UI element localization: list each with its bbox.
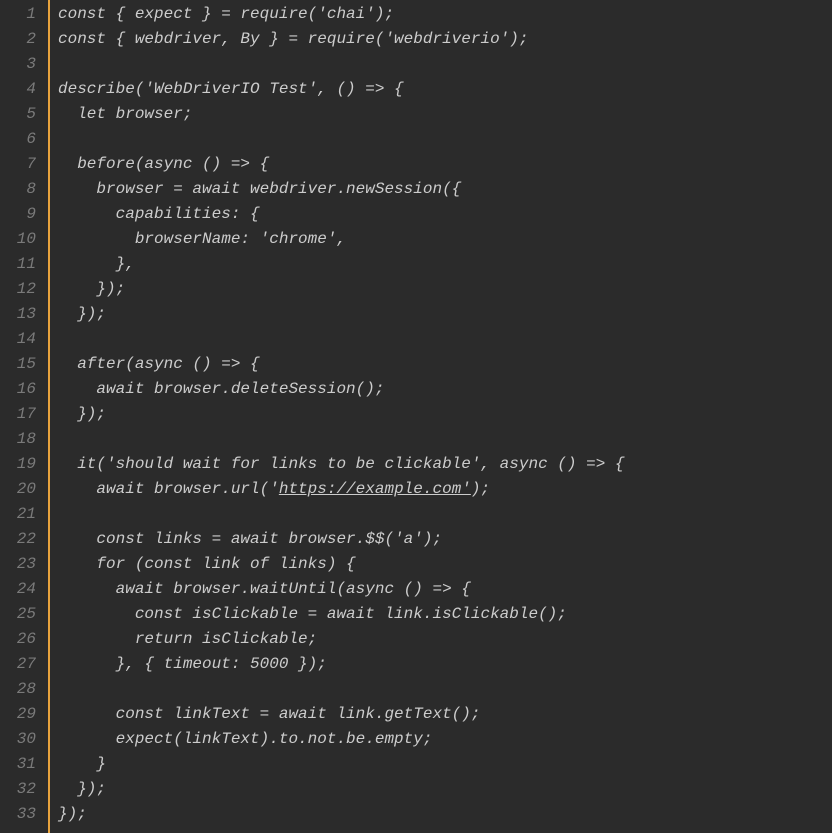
url-link[interactable]: https://example.com': [279, 480, 471, 498]
line-number: 29: [0, 702, 36, 727]
code-line[interactable]: });: [58, 402, 832, 427]
code-line[interactable]: });: [58, 302, 832, 327]
line-number: 19: [0, 452, 36, 477]
code-line[interactable]: }, { timeout: 5000 });: [58, 652, 832, 677]
code-editor[interactable]: 1 2 3 4 5 6 7 8 9 10 11 12 13 14 15 16 1…: [0, 0, 832, 833]
code-line[interactable]: describe('WebDriverIO Test', () => {: [58, 77, 832, 102]
line-number: 5: [0, 102, 36, 127]
code-line[interactable]: });: [58, 802, 832, 827]
code-line[interactable]: [58, 52, 832, 77]
code-line[interactable]: });: [58, 277, 832, 302]
code-line[interactable]: for (const link of links) {: [58, 552, 832, 577]
code-line[interactable]: await browser.url('https://example.com')…: [58, 477, 832, 502]
line-number: 13: [0, 302, 36, 327]
code-line[interactable]: const { webdriver, By } = require('webdr…: [58, 27, 832, 52]
line-number: 27: [0, 652, 36, 677]
code-line[interactable]: capabilities: {: [58, 202, 832, 227]
code-line[interactable]: [58, 327, 832, 352]
code-line[interactable]: let browser;: [58, 102, 832, 127]
code-line[interactable]: const linkText = await link.getText();: [58, 702, 832, 727]
code-line[interactable]: await browser.deleteSession();: [58, 377, 832, 402]
line-number: 6: [0, 127, 36, 152]
line-number: 28: [0, 677, 36, 702]
code-line[interactable]: after(async () => {: [58, 352, 832, 377]
line-number: 17: [0, 402, 36, 427]
line-number: 26: [0, 627, 36, 652]
line-number: 23: [0, 552, 36, 577]
line-number: 7: [0, 152, 36, 177]
code-line[interactable]: before(async () => {: [58, 152, 832, 177]
line-number: 8: [0, 177, 36, 202]
line-number: 18: [0, 427, 36, 452]
code-line[interactable]: expect(linkText).to.not.be.empty;: [58, 727, 832, 752]
code-line[interactable]: });: [58, 777, 832, 802]
line-number: 33: [0, 802, 36, 827]
line-number: 4: [0, 77, 36, 102]
line-number: 21: [0, 502, 36, 527]
code-line[interactable]: return isClickable;: [58, 627, 832, 652]
code-line[interactable]: [58, 427, 832, 452]
line-number: 9: [0, 202, 36, 227]
line-number: 10: [0, 227, 36, 252]
line-number: 14: [0, 327, 36, 352]
code-line[interactable]: browserName: 'chrome',: [58, 227, 832, 252]
code-line[interactable]: browser = await webdriver.newSession({: [58, 177, 832, 202]
code-line[interactable]: [58, 127, 832, 152]
line-number: 11: [0, 252, 36, 277]
line-number: 15: [0, 352, 36, 377]
line-number: 31: [0, 752, 36, 777]
code-line[interactable]: },: [58, 252, 832, 277]
code-line[interactable]: const links = await browser.$$('a');: [58, 527, 832, 552]
code-line[interactable]: [58, 677, 832, 702]
code-line[interactable]: [58, 502, 832, 527]
line-number: 32: [0, 777, 36, 802]
line-number: 22: [0, 527, 36, 552]
line-number: 24: [0, 577, 36, 602]
code-line[interactable]: const isClickable = await link.isClickab…: [58, 602, 832, 627]
code-line[interactable]: it('should wait for links to be clickabl…: [58, 452, 832, 477]
code-line[interactable]: const { expect } = require('chai');: [58, 2, 832, 27]
line-number: 1: [0, 2, 36, 27]
code-content[interactable]: const { expect } = require('chai'); cons…: [48, 0, 832, 833]
line-number: 16: [0, 377, 36, 402]
line-number: 25: [0, 602, 36, 627]
line-number: 20: [0, 477, 36, 502]
line-number: 2: [0, 27, 36, 52]
line-number: 12: [0, 277, 36, 302]
line-number-gutter: 1 2 3 4 5 6 7 8 9 10 11 12 13 14 15 16 1…: [0, 0, 48, 833]
code-line[interactable]: await browser.waitUntil(async () => {: [58, 577, 832, 602]
line-number: 3: [0, 52, 36, 77]
code-line[interactable]: }: [58, 752, 832, 777]
line-number: 30: [0, 727, 36, 752]
